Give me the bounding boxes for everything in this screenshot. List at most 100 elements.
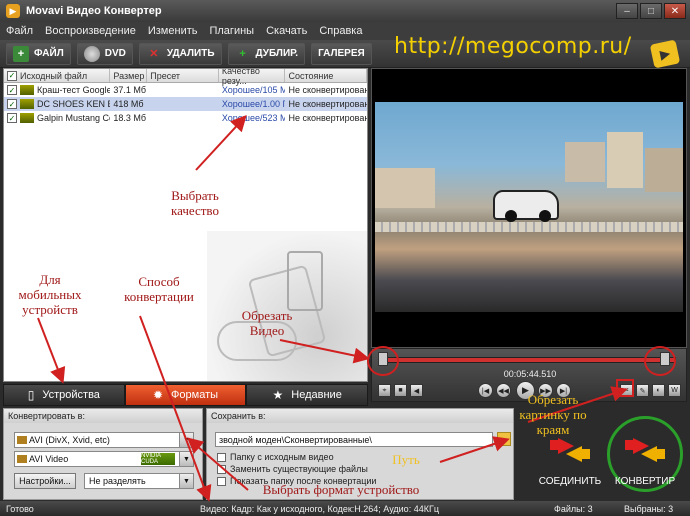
effects-icon[interactable]: ✎ (636, 384, 649, 397)
annotation-square-crop (616, 379, 634, 397)
annotation-method: Способ конвертации (124, 274, 194, 304)
row-status: Не сконвертирован (288, 99, 368, 109)
join-label: СОЕДИНИТЬ (538, 476, 602, 487)
app-logo-icon: ▶ (6, 4, 20, 18)
dvd-disc-icon (83, 45, 100, 62)
option-replace-files[interactable]: Заменить существующие файлы (217, 464, 368, 474)
toolbar: + ФАЙЛ DVD ✕ УДАЛИТЬ + ДУБЛИР. ГАЛЕРЕЯ h… (0, 34, 690, 69)
annotation-circle-end (644, 346, 676, 376)
split-select[interactable]: Не разделять ▼ (84, 473, 194, 489)
watermark-icon[interactable]: W (668, 384, 681, 397)
timeline-track[interactable] (380, 357, 676, 363)
checkbox[interactable] (217, 476, 226, 486)
add-file-button[interactable]: + ФАЙЛ (6, 42, 71, 65)
row-quality-link[interactable]: Хорошее/1.00 ГБ (219, 99, 286, 109)
annotation-trim: Обрезать Видео (241, 308, 293, 338)
menu-help[interactable]: Справка (319, 25, 362, 37)
convert-to-label: Конвертировать в: (4, 409, 202, 423)
annotation-format: Выбрать формат устройство (262, 482, 420, 497)
add-dvd-button[interactable]: DVD (76, 42, 133, 65)
maximize-button[interactable]: □ (640, 3, 662, 19)
menu-download[interactable]: Скачать (266, 25, 307, 37)
gallery-label: ГАЛЕРЕЯ (318, 48, 365, 59)
duplicate-button[interactable]: + ДУБЛИР. (227, 42, 306, 65)
row-checkbox[interactable]: ✓ (7, 113, 17, 123)
close-button[interactable]: ✕ (664, 3, 686, 19)
row-size: 18.3 Мб (113, 113, 147, 123)
watermark-url: http://megocomp.ru/ (394, 34, 632, 59)
chevron-down-icon[interactable]: ▼ (179, 474, 193, 488)
table-row[interactable]: ✓ Краш-тест Google... 37.1 Мб Хорошее/105… (4, 83, 367, 97)
codec-select[interactable]: AVI Video NVIDIA CUDA ▼ (14, 451, 194, 467)
status-selected-count: Выбраны: 3 (624, 503, 674, 514)
tab-recent[interactable]: ★ Недавние (246, 384, 369, 406)
cuda-badge: NVIDIA CUDA (141, 453, 175, 465)
duplicate-label: ДУБЛИР. (255, 48, 299, 59)
menu-edit[interactable]: Изменить (148, 25, 198, 37)
chevron-down-icon[interactable]: ▼ (179, 433, 193, 447)
row-checkbox[interactable]: ✓ (7, 99, 17, 109)
stop-icon[interactable]: ■ (394, 384, 407, 397)
annotation-path: Путь (392, 452, 420, 467)
table-row[interactable]: ✓ DC SHOES KEN BL... 418 Мб Хорошее/1.00 … (4, 97, 367, 111)
header-quality[interactable]: Качество резу... (219, 69, 286, 86)
status-ready: Готово (6, 503, 34, 514)
delete-button[interactable]: ✕ УДАЛИТЬ (138, 42, 222, 65)
option-source-folder[interactable]: Папку с исходным видео (217, 452, 334, 462)
status-bar: Готово Видео: Кадр: Как у исходного, Код… (0, 501, 690, 516)
tab-devices[interactable]: ▯ Устройства (3, 384, 125, 406)
table-row[interactable]: ✓ Galpin Mustang Co... 18.3 Мб Хорошее/52… (4, 111, 367, 125)
minimize-button[interactable]: – (616, 3, 638, 19)
convert-label: КОНВЕРТИР (614, 476, 676, 487)
menu-plugins[interactable]: Плагины (209, 25, 254, 37)
gear-icon: ✹ (152, 388, 164, 402)
header-status[interactable]: Состояние (285, 69, 367, 82)
menu-file[interactable]: Файл (6, 25, 33, 37)
window-controls: – □ ✕ (616, 3, 686, 19)
output-path-input[interactable]: зводной моден\Сконвертированные\ (215, 432, 493, 447)
add-file-label: ФАЙЛ (34, 48, 64, 59)
header-preset[interactable]: Пресет (147, 69, 219, 82)
annotation-crop: Обрезать картинку по краям (519, 392, 587, 437)
format-tabs: ▯ Устройства ✹ Форматы ★ Недавние (3, 384, 369, 406)
select-all-checkbox[interactable]: ✓ (7, 70, 17, 81)
convert-button[interactable]: КОНВЕРТИР (603, 415, 687, 487)
status-video-info: Видео: Кадр: Как у исходного, Кодек:H.26… (200, 503, 439, 514)
format-select[interactable]: AVI (DivX, Xvid, etc) ▼ (14, 432, 194, 448)
background-art (207, 231, 367, 381)
menu-playback[interactable]: Воспроизведение (45, 25, 136, 37)
window-title: Movavi Видео Конвертер (26, 5, 162, 17)
format-icon (17, 436, 27, 444)
header-source-file[interactable]: ✓ Исходный файл (4, 69, 111, 82)
row-name: Galpin Mustang Co... (37, 113, 110, 123)
header-size[interactable]: Размер (110, 69, 148, 82)
checkbox[interactable] (217, 452, 226, 462)
file-list-panel: ✓ Исходный файл Размер Пресет Качество ре… (3, 68, 368, 382)
convert-arrows-icon (625, 436, 665, 462)
adjust-icon[interactable]: ◐ (652, 384, 665, 397)
codec-icon (17, 455, 27, 463)
row-size: 418 Мб (113, 99, 144, 109)
video-thumbnail-icon (20, 113, 34, 123)
gallery-button[interactable]: ГАЛЕРЕЯ (311, 42, 372, 65)
title-bar: ▶ Movavi Видео Конвертер – □ ✕ (0, 0, 690, 22)
join-arrows-icon (550, 436, 590, 462)
prev-frame-button[interactable]: |◀ (478, 383, 493, 398)
row-checkbox[interactable]: ✓ (7, 85, 17, 95)
car-image (493, 190, 559, 222)
settings-button[interactable]: Настройки... (14, 473, 76, 489)
delete-label: УДАЛИТЬ (166, 48, 215, 59)
chevron-down-icon[interactable]: ▼ (179, 452, 193, 466)
row-name: DC SHOES KEN BL... (37, 99, 110, 109)
row-quality-link[interactable]: Хорошее/523 Мб (219, 113, 286, 123)
row-status: Не сконвертирован (288, 113, 368, 123)
annotation-quality: Выбрать качество (170, 188, 219, 218)
crop-tool-icon[interactable]: ⌖ (378, 384, 391, 397)
row-quality-link[interactable]: Хорошее/105 Мб (219, 85, 286, 95)
row-status: Не сконвертирован (288, 85, 368, 95)
tab-formats[interactable]: ✹ Форматы (124, 384, 247, 406)
volume-icon[interactable]: ◀ (410, 384, 423, 397)
checkbox[interactable] (217, 464, 226, 474)
delete-cross-icon: ✕ (149, 48, 159, 60)
video-preview (371, 68, 687, 348)
